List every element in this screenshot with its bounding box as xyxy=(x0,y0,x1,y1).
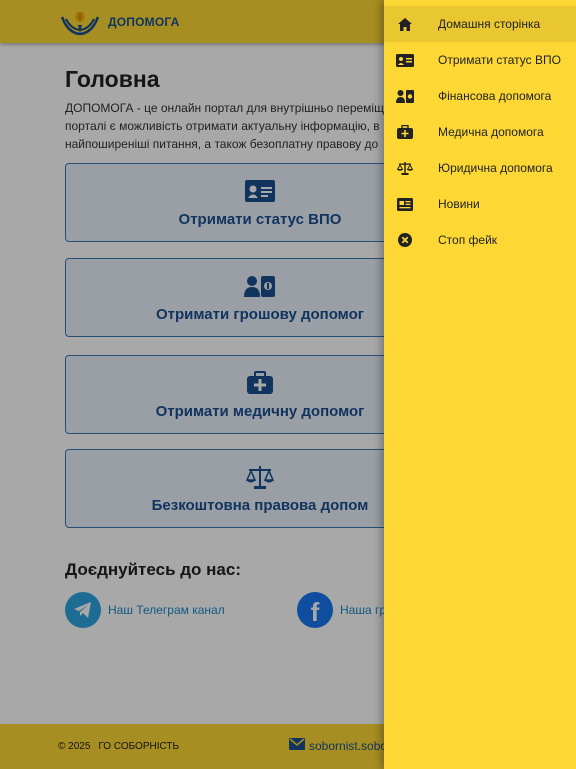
medical-kit-icon xyxy=(396,123,414,141)
drawer-item-label: Фінансова допомога xyxy=(438,89,552,103)
drawer-item-finance[interactable]: Фінансова допомога xyxy=(384,78,576,114)
cancel-icon xyxy=(396,231,414,249)
drawer-item-vpo-status[interactable]: Отримати статус ВПО xyxy=(384,42,576,78)
drawer-item-label: Отримати статус ВПО xyxy=(438,53,561,67)
drawer-item-news[interactable]: Новини xyxy=(384,186,576,222)
scales-icon xyxy=(396,159,414,177)
drawer-item-label: Домашня сторінка xyxy=(438,17,541,31)
drawer-item-medical[interactable]: Медична допомога xyxy=(384,114,576,150)
drawer-item-label: Юридична допомога xyxy=(438,161,553,175)
id-card-icon xyxy=(396,51,414,69)
home-icon xyxy=(396,15,414,33)
drawer-item-stop-fake[interactable]: Стоп фейк xyxy=(384,222,576,258)
nav-drawer: Домашня сторінка Отримати статус ВПО Фін… xyxy=(384,0,576,769)
drawer-item-label: Медична допомога xyxy=(438,125,544,139)
news-icon xyxy=(396,195,414,213)
drawer-item-home[interactable]: Домашня сторінка xyxy=(384,6,576,42)
money-help-icon xyxy=(396,87,414,105)
drawer-item-label: Новини xyxy=(438,197,480,211)
drawer-item-label: Стоп фейк xyxy=(438,233,498,247)
drawer-item-legal[interactable]: Юридична допомога xyxy=(384,150,576,186)
